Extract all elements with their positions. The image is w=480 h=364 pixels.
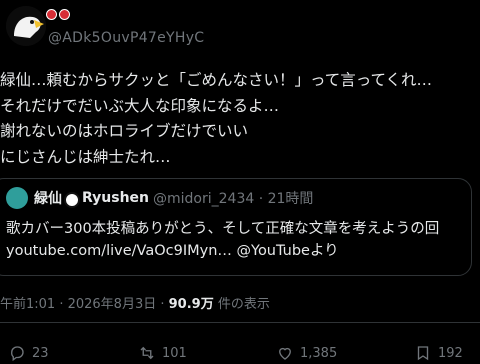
tweet-line: それだけでだいぶ大人な印象になるよ… [0, 96, 280, 115]
reply-count: 23 [32, 345, 49, 361]
tweet-line: にじさんじは紳士たれ… [0, 147, 171, 166]
retweet-icon [140, 346, 154, 360]
like-count: 1,385 [300, 345, 338, 361]
avatar[interactable] [6, 6, 46, 46]
bookmark-button[interactable]: 192 [414, 344, 463, 362]
bookmark-count: 192 [438, 345, 463, 361]
tweet-line: 謝れないのはホロライブだけでいい [0, 122, 249, 140]
timestamp[interactable]: 午前1:01 · 2026年8月3日 · [0, 297, 169, 312]
badge-icon [46, 9, 57, 20]
retweet-count: 101 [162, 345, 187, 361]
like-button[interactable]: 1,385 [276, 344, 337, 362]
view-count: 90.9万 [168, 297, 214, 312]
tweet-meta: 午前1:01 · 2026年8月3日 · 90.9万 件の表示 [0, 293, 270, 312]
quoted-author-name[interactable]: 緑仙 [34, 188, 62, 208]
tweet-text: 緑仙…頼むからサクッと「ごめんなさい！」って言ってくれ… それだけでだいぶ大人な… [0, 68, 480, 170]
tweet-line: 緑仙…頼むからサクッと「ごめんなさい！」って言ってくれ… [0, 71, 432, 89]
like-icon [279, 347, 291, 360]
quoted-tweet-header: 緑仙 Ryushen @midori_2434 · 21時間 [6, 186, 313, 210]
panda-icon [64, 192, 80, 208]
quoted-line: 歌カバー300本投稿ありがとう、そして正確な文章を考えようの回 [6, 221, 440, 237]
quoted-avatar[interactable] [6, 187, 28, 209]
quoted-line: youtube.com/live/VaOc9IMyn… @YouTubeより [6, 243, 339, 259]
action-bar: 23 101 1,385 192 [0, 344, 480, 364]
badge-icon [59, 9, 70, 20]
divider [0, 322, 480, 323]
quoted-handle-time: @midori_2434 · 21時間 [153, 191, 314, 207]
quoted-tweet-text: 歌カバー300本投稿ありがとう、そして正確な文章を考えようの回 youtube.… [6, 218, 439, 262]
reply-button[interactable]: 23 [8, 344, 49, 362]
reply-icon [11, 346, 24, 362]
author-handle[interactable]: @ADk5OuvP47eYHyC [48, 30, 204, 46]
eagle-avatar-icon [6, 6, 46, 46]
quoted-author-name-en[interactable]: Ryushen [82, 190, 149, 206]
display-name-emoji [46, 9, 70, 22]
view-suffix: 件の表示 [213, 297, 270, 312]
retweet-button[interactable]: 101 [138, 344, 187, 362]
bookmark-icon [417, 346, 429, 361]
